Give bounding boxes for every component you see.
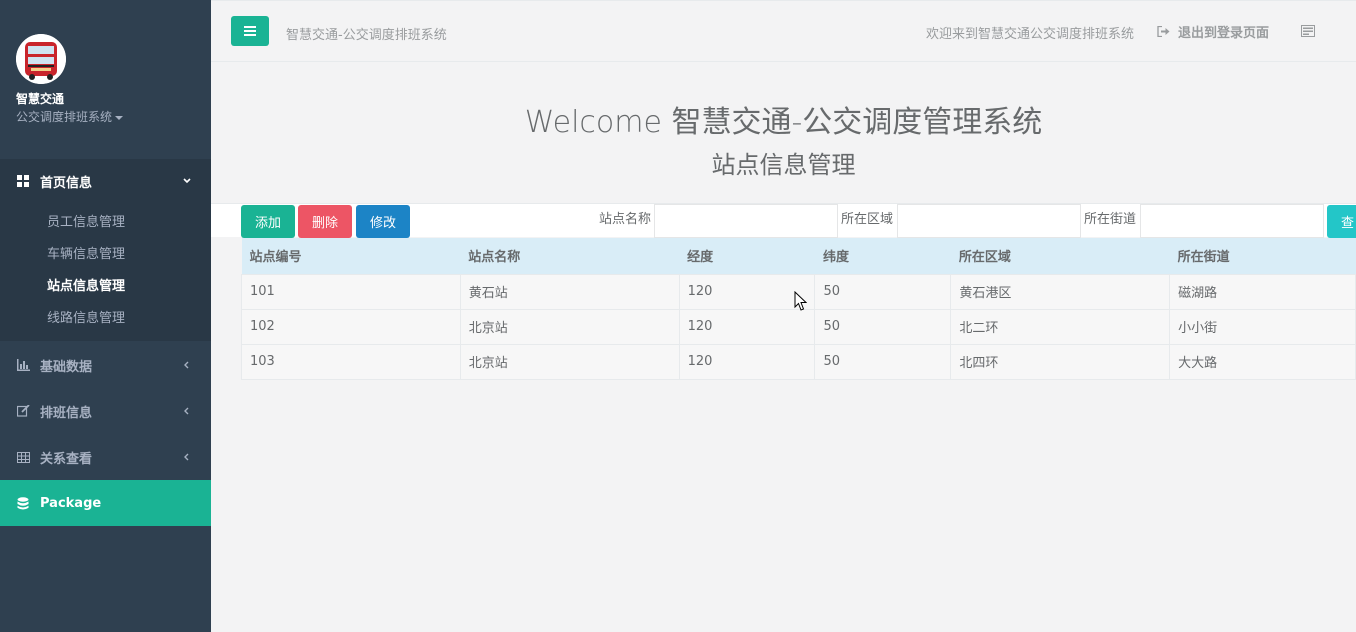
sidebar-item-vehicle[interactable]: 车辆信息管理 (47, 243, 125, 262)
chevron-down-icon (183, 174, 191, 188)
sidebar-toggle-icon[interactable] (1301, 25, 1315, 41)
column-header[interactable]: 站点名称 (460, 238, 680, 275)
table-icon (16, 450, 30, 464)
table-cell: 北四环 (950, 343, 1171, 380)
delete-button[interactable]: 删除 (298, 205, 352, 238)
table-cell: 北京站 (459, 308, 680, 345)
welcome-message: 欢迎来到智慧交通公交调度排班系统 (926, 27, 1135, 42)
nav-relations-label: 关系查看 (40, 451, 93, 467)
table-cell: 黄石港区 (950, 273, 1171, 310)
bar-chart-icon (16, 358, 30, 372)
column-header[interactable]: 所在街道 (1169, 238, 1356, 275)
nav-package-label: Package (40, 495, 102, 511)
profile: 智慧交通 公交调度排班系统 (0, 0, 211, 145)
add-button[interactable]: 添加 (241, 205, 295, 238)
table-cell: 102 (241, 308, 461, 345)
grid-icon (16, 174, 30, 188)
street-input[interactable] (1140, 204, 1324, 238)
column-header[interactable]: 站点编号 (241, 238, 461, 275)
search-button[interactable]: 查 (1327, 205, 1356, 238)
table-cell: 50 (814, 273, 952, 310)
mouse-cursor-icon (794, 290, 808, 316)
page-subtitle: 站点信息管理 (711, 151, 856, 179)
table-cell: 北二环 (950, 308, 1171, 345)
nav-home[interactable]: 首页信息 (0, 158, 211, 204)
table-cell: 小小街 (1169, 308, 1356, 345)
table-cell: 磁湖路 (1169, 273, 1356, 310)
toolbar: 添加 删除 修改 站点名称 所在区域 所在街道 查 (211, 203, 1356, 238)
nav-schedule-label: 排班信息 (40, 405, 93, 421)
column-header[interactable]: 经度 (679, 238, 815, 275)
edit-icon (16, 404, 30, 418)
sidebar-item-employee[interactable]: 员工信息管理 (47, 211, 125, 230)
avatar (16, 34, 66, 84)
table-row[interactable]: 103 北京站 120 50 北四环 大大路 (241, 343, 1356, 380)
chevron-left-icon (183, 358, 191, 372)
table-cell: 50 (814, 343, 952, 380)
top-title: 智慧交通-公交调度排班系统 (286, 28, 447, 43)
sign-out-icon (1157, 26, 1170, 37)
table-cell: 120 (678, 343, 816, 380)
brand-subtitle: 公交调度排班系统 (16, 110, 113, 124)
district-label: 所在区域 (841, 212, 894, 227)
logout-label: 退出到登录页面 (1178, 26, 1270, 41)
station-name-input[interactable] (654, 204, 838, 238)
table-header-row: 站点编号 站点名称 经度 纬度 所在区域 所在街道 (241, 238, 1356, 275)
page-title: Welcome 智慧交通-公交调度管理系统 (524, 105, 1043, 140)
chevron-left-icon (183, 450, 191, 464)
table-cell: 北京站 (459, 343, 680, 380)
nav-basic-data[interactable]: 基础数据 (0, 342, 211, 388)
station-name-label: 站点名称 (599, 212, 652, 227)
nav-package[interactable]: Package (0, 480, 211, 526)
caret-down-icon (115, 115, 124, 120)
brand-name: 智慧交通 (16, 92, 65, 106)
district-input[interactable] (897, 204, 1081, 238)
nav-home-label: 首页信息 (40, 175, 93, 191)
column-header[interactable]: 所在区域 (950, 238, 1170, 275)
top-navbar: 智慧交通-公交调度排班系统 欢迎来到智慧交通公交调度排班系统 退出到登录页面 (211, 0, 1356, 62)
table-cell: 大大路 (1169, 343, 1356, 380)
nav-relations[interactable]: 关系查看 (0, 434, 211, 480)
database-icon (16, 496, 30, 510)
hamburger-icon (244, 26, 256, 36)
sidebar: 智慧交通 公交调度排班系统 首页信息 员工信息管理 车辆信息管理 站点信息管理 … (0, 0, 211, 632)
sidebar-item-station[interactable]: 站点信息管理 (47, 275, 125, 294)
edit-button[interactable]: 修改 (356, 205, 410, 238)
column-header[interactable]: 纬度 (814, 238, 951, 275)
chevron-left-icon (183, 404, 191, 418)
table-cell: 101 (241, 273, 461, 310)
logout-link[interactable]: 退出到登录页面 (1157, 22, 1269, 41)
nav-basic-data-label: 基础数据 (40, 359, 93, 375)
street-label: 所在街道 (1084, 212, 1137, 227)
table-cell: 黄石站 (459, 273, 680, 310)
menu-toggle-button[interactable] (231, 16, 269, 46)
nav-schedule[interactable]: 排班信息 (0, 388, 211, 434)
brand-subtitle-dropdown[interactable]: 公交调度排班系统 (16, 108, 124, 125)
table-cell: 103 (241, 343, 461, 380)
table-cell: 50 (814, 308, 952, 345)
sidebar-item-route[interactable]: 线路信息管理 (47, 307, 125, 326)
